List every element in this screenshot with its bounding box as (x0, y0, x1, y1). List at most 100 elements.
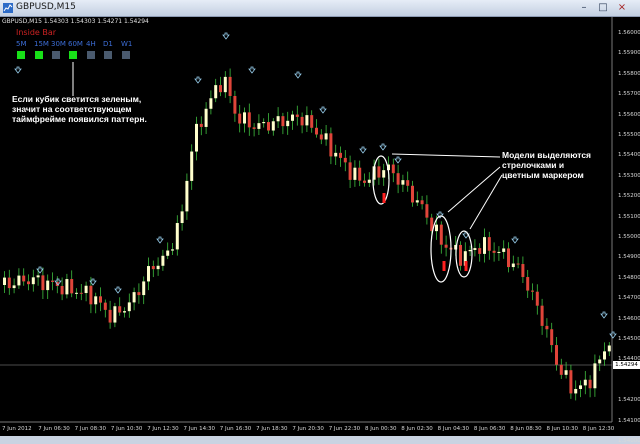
timeframe-label: 15M (34, 40, 49, 48)
candle-body (569, 370, 573, 394)
candle-body (343, 157, 347, 163)
candle-body (262, 122, 266, 124)
price-tick-label: 1.54500 (618, 336, 640, 342)
candle-body (377, 166, 381, 178)
candle-body (559, 364, 563, 375)
candle-body (425, 204, 429, 218)
window-title: GBPUSD,M15 (16, 2, 76, 12)
candle-body (185, 180, 189, 212)
timeframe-status-cube (17, 51, 25, 59)
candle-body (142, 281, 146, 296)
time-tick-label: 7 Jun 12:30 (147, 426, 179, 432)
price-tick-label: 1.54000 (618, 438, 640, 444)
pattern-marker (464, 261, 468, 271)
time-tick-label: 7 Jun 22:30 (328, 426, 361, 432)
timeframe-status-cube (69, 51, 77, 59)
candle-body (3, 277, 6, 285)
candle-body (511, 263, 515, 268)
candle-body (103, 302, 107, 310)
candle-body (113, 306, 117, 323)
timeframe-label: 60M (68, 40, 83, 48)
price-tick-label: 1.54600 (618, 315, 640, 322)
price-tick-label: 1.55600 (618, 111, 640, 118)
candle-body (46, 280, 50, 291)
candle-body (492, 250, 496, 253)
time-tick-label: 7 Jun 14:30 (183, 426, 215, 432)
candle-body (31, 277, 35, 285)
candle-body (588, 379, 592, 389)
minimize-button[interactable]: – (577, 1, 591, 14)
candle-body (247, 112, 251, 128)
candle-body (459, 244, 462, 266)
timeframe-status-cube (87, 51, 95, 59)
candle-body (531, 290, 534, 292)
candle-body (439, 224, 443, 245)
time-tick-label: 8 Jun 02:30 (401, 426, 433, 432)
candle-body (593, 363, 597, 389)
candle-body (487, 237, 491, 251)
price-tick-label: 1.54700 (618, 295, 640, 302)
candle-body (478, 248, 482, 254)
price-tick-label: 1.56000 (618, 30, 640, 36)
candle-body (233, 95, 237, 114)
candle-body (319, 134, 323, 140)
candle-body (310, 115, 314, 128)
candle-body (151, 266, 155, 270)
models-note: Модели выделяются стрелочками и цветным … (502, 150, 592, 180)
candle-body (36, 275, 40, 278)
candle-body (70, 279, 74, 294)
candle-body (603, 351, 606, 360)
candle-body (382, 170, 386, 178)
chart-window: GBPUSD,M15 – □ × GBPUSD,M15 1.54303 1.54… (0, 0, 640, 444)
candle-body (190, 151, 194, 181)
candle-body (223, 76, 227, 93)
candle-body (22, 275, 26, 282)
signal-arrow-icon (511, 236, 519, 244)
price-tick-label: 1.54100 (618, 417, 640, 424)
time-tick-label: 7 Jun 18:30 (256, 426, 288, 432)
price-tick-label: 1.55700 (618, 91, 640, 98)
candle-body (550, 329, 554, 346)
candle-body (204, 108, 208, 127)
candle-body (209, 98, 213, 109)
candle-body (214, 85, 218, 99)
timeframe-label: W1 (121, 40, 133, 48)
symbol-label: GBPUSD,M15 (2, 18, 42, 25)
callout-line (447, 166, 501, 213)
candle-body (132, 292, 136, 303)
candlestick-plot[interactable] (0, 17, 640, 436)
candle-body (363, 180, 366, 183)
price-tick-label: 1.55200 (618, 193, 640, 200)
candle-body (444, 244, 448, 248)
candle-body (137, 292, 141, 296)
candle-body (507, 248, 510, 268)
candle-body (473, 248, 477, 250)
candle-body (12, 285, 16, 289)
price-tick-label: 1.55000 (618, 234, 640, 240)
candle-body (334, 152, 338, 157)
candle-body (84, 285, 88, 294)
signal-arrow-icon (156, 236, 164, 244)
price-tick-label: 1.54900 (618, 254, 640, 261)
time-tick-label: 8 Jun 00:30 (365, 426, 397, 432)
chart-app-icon (3, 3, 13, 13)
maximize-button[interactable]: □ (596, 1, 610, 14)
candle-body (295, 114, 299, 117)
candle-body (75, 292, 78, 294)
time-tick-label: 7 Jun 06:30 (38, 426, 70, 432)
candle-body (406, 180, 410, 186)
price-chart[interactable]: GBPUSD,M15 1.54303 1.54303 1.54271 1.542… (0, 17, 640, 444)
price-tick-label: 1.55500 (618, 132, 640, 138)
candle-body (127, 302, 131, 312)
close-button[interactable]: × (615, 1, 629, 14)
candle-body (180, 211, 184, 224)
candle-body (583, 379, 587, 386)
title-bar[interactable]: GBPUSD,M15 – □ × (0, 0, 640, 17)
candle-body (353, 167, 357, 180)
ohlc-values: 1.54303 1.54303 1.54271 1.54294 (43, 18, 149, 25)
candle-body (171, 249, 174, 251)
indicator-name: Inside Bar (16, 28, 57, 37)
candle-body (391, 164, 395, 174)
candle-body (535, 291, 539, 306)
timeframe-status-cube (104, 51, 112, 59)
